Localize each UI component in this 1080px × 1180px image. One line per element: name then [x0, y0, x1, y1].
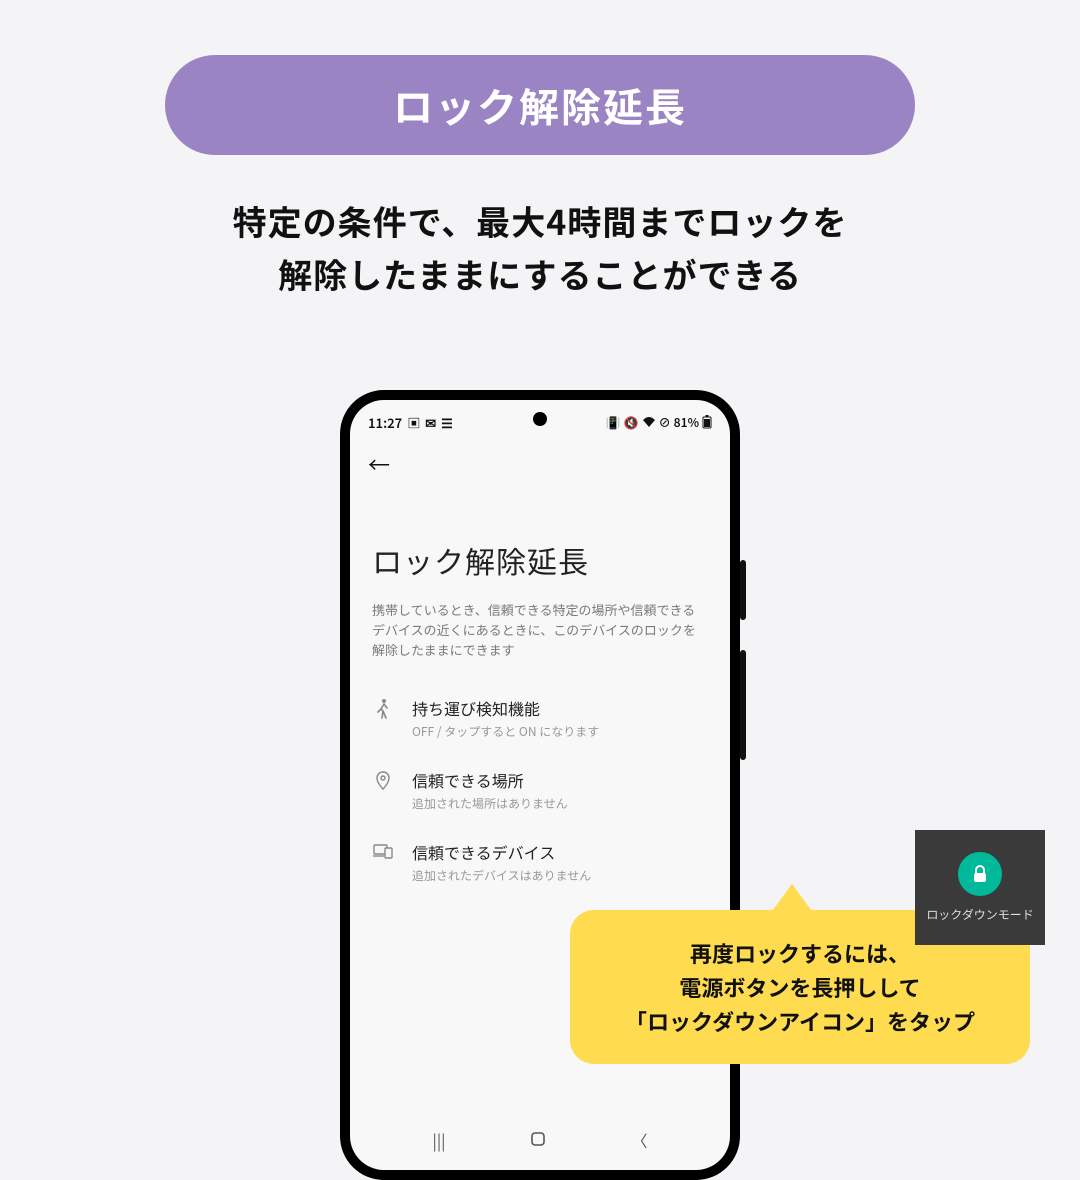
status-chat-icon: ☰ — [441, 413, 453, 432]
bubble-line-2: 電源ボタンを長押しして — [590, 970, 1010, 1004]
walk-icon — [372, 699, 394, 719]
setting-row-carry-detection[interactable]: 持ち運び検知機能 OFF / タップすると ON になります — [350, 682, 730, 754]
phone-side-button — [740, 560, 746, 620]
nav-recent-button[interactable]: ||| — [433, 1128, 446, 1152]
system-nav-bar: ||| 〈 — [350, 1120, 730, 1160]
row-primary: 信頼できるデバイス — [412, 840, 591, 864]
row-primary: 持ち運び検知機能 — [412, 696, 599, 720]
row-secondary: 追加されたデバイスはありません — [412, 867, 591, 884]
subtitle-line-1: 特定の条件で、最大4時間までロックを — [0, 195, 1080, 248]
page-title: ロック解除延長 — [350, 488, 730, 600]
row-secondary: 追加された場所はありません — [412, 795, 568, 812]
status-time: 11:27 — [368, 413, 402, 432]
mute-icon: 🔇 — [624, 414, 639, 431]
wifi-icon — [642, 416, 656, 428]
battery-text: 81% — [674, 414, 699, 431]
no-sim-icon: ⊘ — [659, 414, 671, 431]
app-bar: ← — [350, 434, 730, 488]
header-pill: ロック解除延長 — [165, 55, 915, 155]
lock-icon — [958, 852, 1002, 896]
phone-side-button — [740, 650, 746, 760]
back-button[interactable]: ← — [368, 448, 390, 480]
lockdown-mode-tile[interactable]: ロックダウンモード — [915, 830, 1045, 945]
nav-home-button[interactable] — [530, 1128, 546, 1152]
bubble-line-3: 「ロックダウンアイコン」をタップ — [590, 1004, 1010, 1038]
status-left: 11:27 ▣ ✉ ☰ — [368, 413, 453, 432]
location-pin-icon — [372, 771, 394, 791]
row-primary: 信頼できる場所 — [412, 768, 568, 792]
row-secondary: OFF / タップすると ON になります — [412, 723, 599, 740]
phone-camera-cutout — [533, 412, 547, 426]
lockdown-label: ロックダウンモード — [926, 906, 1034, 923]
header-pill-text: ロック解除延長 — [393, 76, 687, 134]
nav-back-button[interactable]: 〈 — [631, 1128, 647, 1152]
subtitle-line-2: 解除したままにすることができる — [0, 248, 1080, 301]
page-description: 携帯しているとき、信頼できる特定の場所や信頼できるデバイスの近くにあるときに、こ… — [350, 600, 730, 682]
header-subtitle: 特定の条件で、最大4時間までロックを 解除したままにすることができる — [0, 195, 1080, 300]
vibrate-icon: 📳 — [606, 414, 621, 431]
setting-row-trusted-devices[interactable]: 信頼できるデバイス 追加されたデバイスはありません — [350, 826, 730, 898]
setting-row-trusted-places[interactable]: 信頼できる場所 追加された場所はありません — [350, 754, 730, 826]
status-right: 📳 🔇 ⊘ 81% — [606, 414, 712, 431]
devices-icon — [372, 843, 394, 859]
status-notification-icon: ▣ — [407, 413, 420, 432]
battery-icon — [702, 415, 712, 429]
status-message-icon: ✉ — [425, 413, 436, 432]
